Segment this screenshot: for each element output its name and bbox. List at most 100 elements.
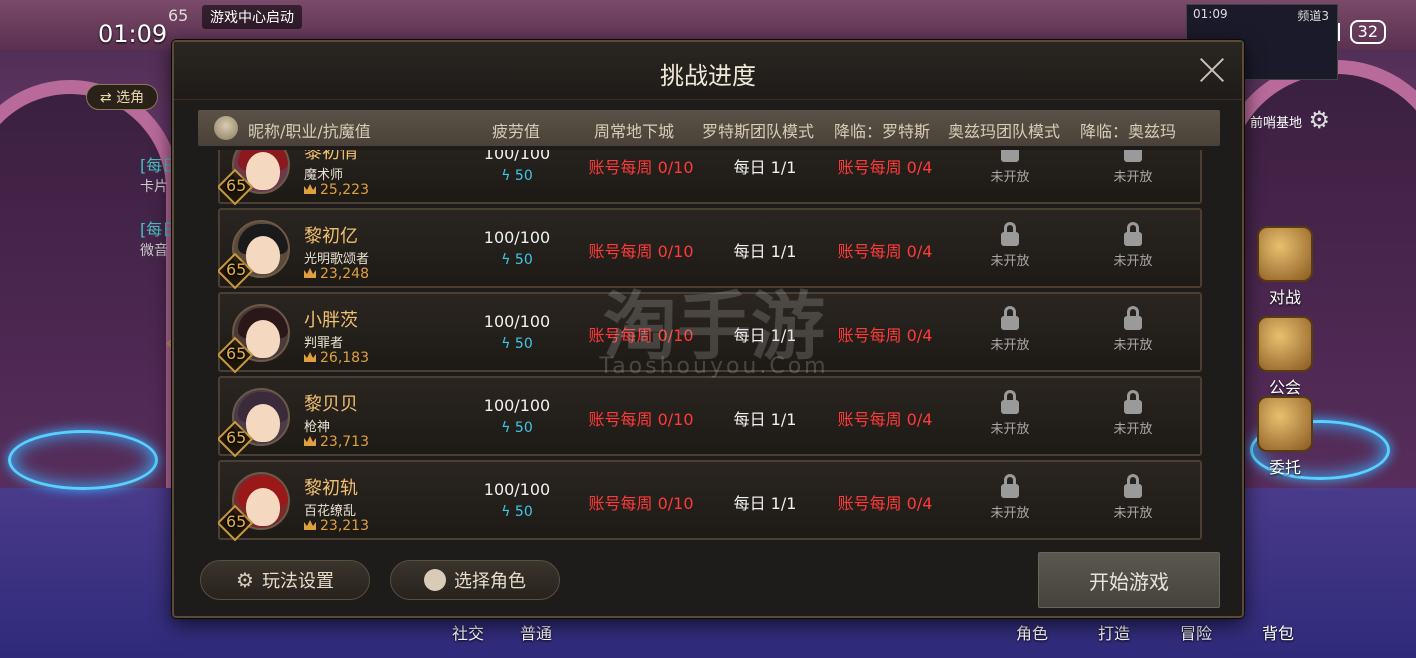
energy-text: 50	[514, 504, 533, 520]
nav-adventure[interactable]: 冒险	[1180, 620, 1212, 644]
bolt-icon: ϟ	[501, 504, 515, 520]
crown-icon	[304, 352, 316, 362]
table-row[interactable]: 65 黎初情 魔术师 25,223 100/100 ϟ 50 账号每周 0/10…	[218, 150, 1202, 206]
nav-craft[interactable]: 打造	[1098, 620, 1130, 644]
dialog-title: 挑战进度	[660, 62, 756, 90]
bolt-icon: ϟ	[501, 168, 515, 184]
ozma-raid-locked: 未开放	[970, 150, 1050, 185]
gameplay-settings-label: 玩法设置	[261, 571, 334, 592]
ozma-descent-locked: 未开放	[1093, 306, 1173, 353]
ozma-raid-locked: 未开放	[970, 474, 1050, 521]
weekly-dungeon-status: 账号每周 0/10	[588, 242, 694, 261]
nav-character[interactable]: 角色	[1016, 620, 1048, 644]
bolt-icon: ϟ	[501, 252, 515, 268]
ozma-descent-locked: 未开放	[1093, 390, 1173, 437]
level-value: 65	[226, 260, 247, 279]
character-list[interactable]: 65 黎初情 魔术师 25,223 100/100 ϟ 50 账号每周 0/10…	[218, 150, 1202, 542]
locked-label: 未开放	[1113, 422, 1153, 437]
locked-label: 未开放	[990, 506, 1030, 521]
profile-icon	[214, 116, 238, 140]
table-row[interactable]: 65 黎初轨 百花缭乱 23,213 100/100 ϟ 50 账号每周 0/1…	[218, 460, 1202, 542]
side-button-label: 对战	[1268, 288, 1301, 307]
fatigue-value: 100/100	[483, 228, 551, 247]
lock-icon	[1001, 474, 1019, 498]
character-job: 魔术师	[304, 168, 344, 183]
power-text: 23,713	[320, 434, 369, 450]
gameplay-settings-button[interactable]: ⚙ 玩法设置	[200, 560, 370, 600]
lock-icon	[1124, 222, 1142, 246]
col-fatigue: 疲劳值	[492, 122, 541, 141]
nav-social[interactable]: 社交	[452, 620, 484, 644]
anti-magic-value: 23,713	[304, 434, 369, 450]
energy-value: ϟ 50	[482, 420, 552, 436]
side-button-guild[interactable]: 公会	[1250, 316, 1320, 398]
crown-icon	[304, 436, 316, 446]
bolt-icon: ϟ	[501, 336, 515, 352]
lotus-raid-status: 每日 1/1	[733, 158, 797, 177]
fatigue-value: 100/100	[483, 396, 551, 415]
switch-character-button[interactable]: ⇄ 选角	[86, 84, 158, 110]
fatigue-value: 100/100	[483, 480, 551, 499]
level-value: 65	[226, 512, 247, 531]
gear-icon: ⚙	[236, 568, 254, 592]
locked-label: 未开放	[1113, 506, 1153, 521]
ozma-descent-locked: 未开放	[1093, 474, 1173, 521]
character-job: 判罪者	[304, 336, 344, 351]
magic-circle-left	[8, 430, 158, 490]
anti-magic-value: 26,183	[304, 350, 369, 366]
side-button-commission[interactable]: 委托	[1250, 396, 1320, 478]
select-role-button[interactable]: 选择角色	[390, 560, 560, 600]
player-level: 65	[168, 6, 189, 25]
ozma-raid-locked: 未开放	[970, 222, 1050, 269]
locked-label: 未开放	[1113, 170, 1153, 185]
locked-label: 未开放	[990, 338, 1030, 353]
location-label: 前哨基地	[1249, 116, 1302, 131]
weekly-dungeon-status: 账号每周 0/10	[588, 158, 694, 177]
settings-gear-icon[interactable]: ⚙	[1308, 106, 1330, 134]
lotus-raid-status: 每日 1/1	[733, 326, 797, 345]
commission-icon	[1257, 396, 1313, 452]
nav-normal[interactable]: 普通	[520, 620, 552, 644]
select-role-label: 选择角色	[454, 571, 526, 592]
anti-magic-value: 23,213	[304, 518, 369, 534]
locked-label: 未开放	[1113, 338, 1153, 353]
col-ozma-descent: 降临：奥兹玛	[1080, 122, 1177, 141]
lock-icon	[1124, 306, 1142, 330]
col-lotus-descent: 降临：罗特斯	[834, 122, 931, 141]
energy-value: ϟ 50	[482, 336, 552, 352]
ozma-raid-locked: 未开放	[970, 390, 1050, 437]
lotus-raid-status: 每日 1/1	[733, 410, 797, 429]
side-button-battle[interactable]: 对战	[1250, 226, 1320, 308]
lotus-raid-status: 每日 1/1	[733, 242, 797, 261]
nav-bag[interactable]: 背包	[1262, 620, 1294, 644]
level-value: 65	[226, 428, 247, 447]
ozma-descent-locked: 未开放	[1093, 222, 1173, 269]
table-row[interactable]: 65 黎贝贝 枪神 23,713 100/100 ϟ 50 账号每周 0/10 …	[218, 376, 1202, 458]
game-center-launch[interactable]: 游戏中心启动	[202, 5, 302, 29]
close-icon[interactable]	[1198, 56, 1226, 84]
lock-icon	[1124, 390, 1142, 414]
weekly-dungeon-status: 账号每周 0/10	[588, 494, 694, 513]
battery-indicator: 32	[1349, 20, 1386, 44]
col-weekly-dungeon: 周常地下城	[594, 122, 675, 141]
character-name: 黎贝贝	[304, 394, 358, 415]
anti-magic-value: 23,248	[304, 266, 369, 282]
lotus-descent-status: 账号每周 0/4	[837, 158, 933, 177]
crown-icon	[304, 520, 316, 530]
energy-text: 50	[514, 168, 533, 184]
challenge-progress-dialog: 挑战进度 昵称/职业/抗魔值 疲劳值 周常地下城 罗特斯团队模式 降临：罗特斯 …	[172, 40, 1244, 618]
guild-icon	[1257, 316, 1313, 372]
mini-window-channel: 频道3	[1297, 9, 1329, 23]
character-job: 枪神	[304, 420, 331, 435]
character-name: 黎初轨	[304, 478, 358, 499]
energy-text: 50	[514, 420, 533, 436]
start-game-button[interactable]: 开始游戏	[1038, 552, 1220, 608]
chat-sub-2: 微音	[140, 243, 168, 259]
table-row[interactable]: 65 小胖茨 判罪者 26,183 100/100 ϟ 50 账号每周 0/10…	[218, 292, 1202, 374]
mini-window-time: 01:09	[1193, 7, 1228, 21]
chat-sub-1: 卡片	[140, 179, 168, 195]
table-row[interactable]: 65 黎初亿 光明歌颂者 23,248 100/100 ϟ 50 账号每周 0/…	[218, 208, 1202, 290]
energy-value: ϟ 50	[482, 504, 552, 520]
fatigue-value: 100/100	[483, 150, 551, 163]
column-header-bar: 昵称/职业/抗魔值 疲劳值 周常地下城 罗特斯团队模式 降临：罗特斯 奥兹玛团队…	[198, 110, 1220, 146]
